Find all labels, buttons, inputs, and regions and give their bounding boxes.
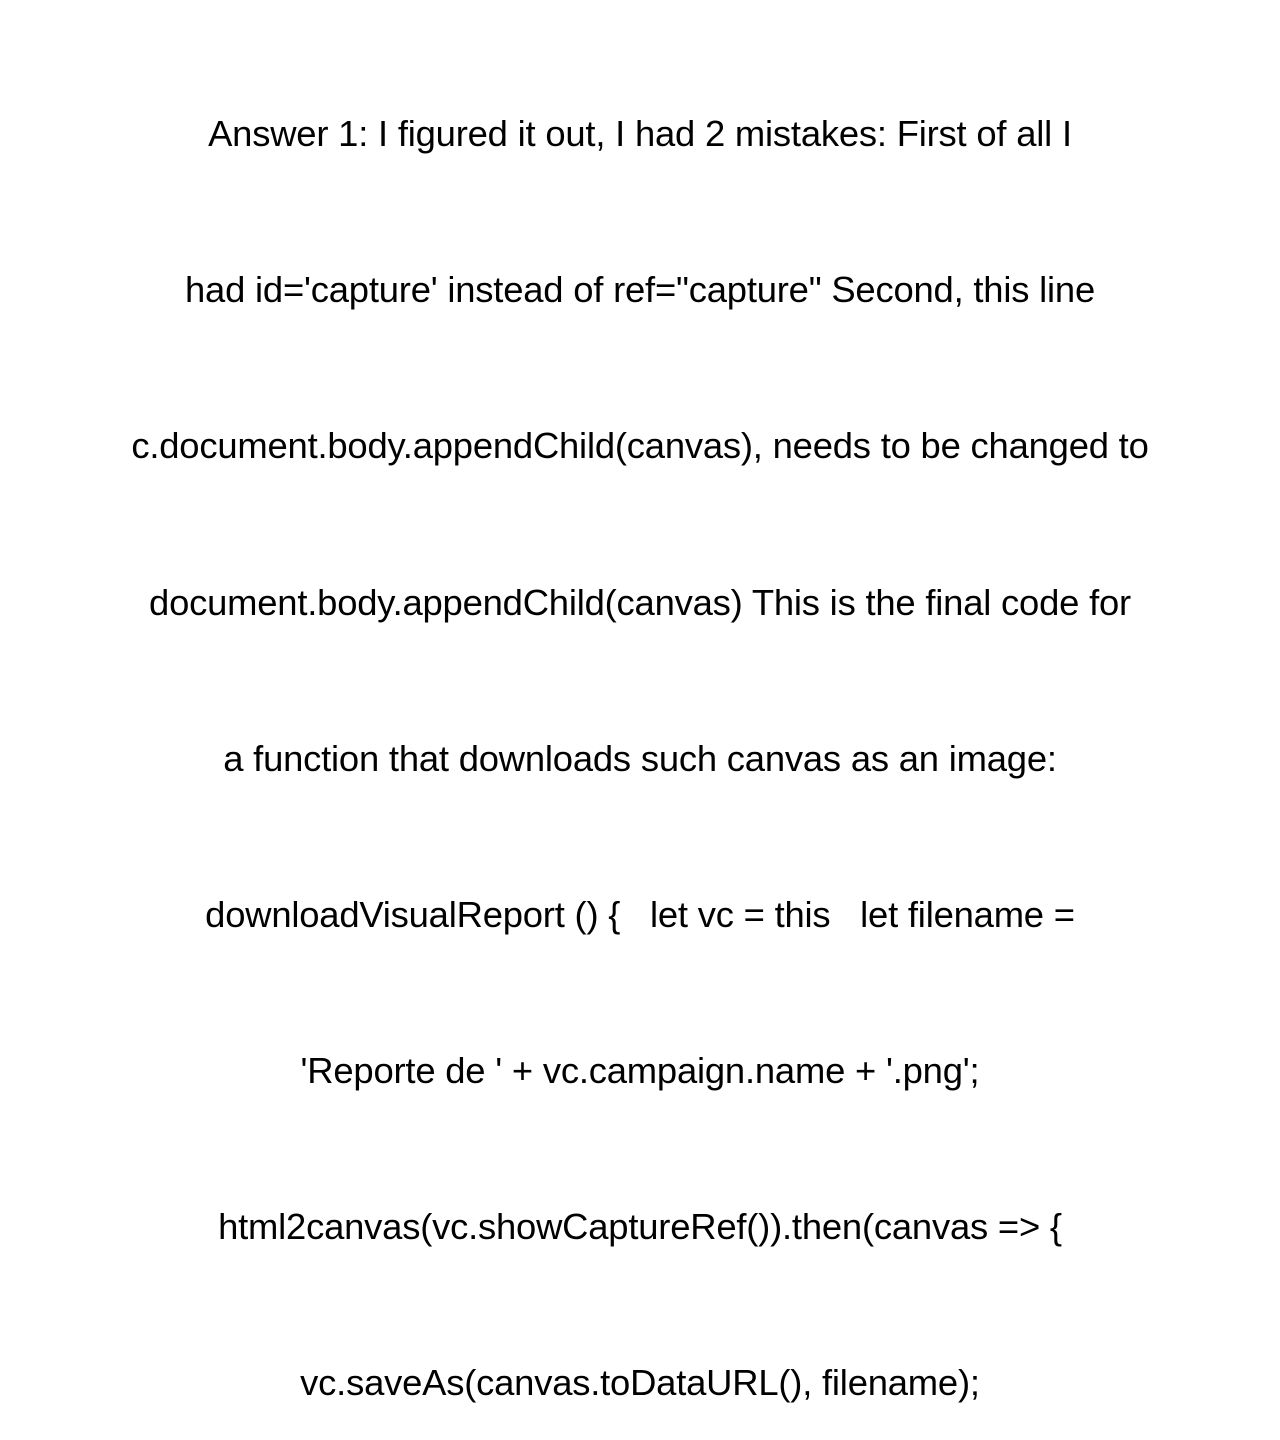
text-line: document.body.appendChild(canvas) This i… — [131, 577, 1148, 629]
text-line: a function that downloads such canvas as… — [131, 733, 1148, 785]
text-line: c.document.body.appendChild(canvas), nee… — [131, 420, 1148, 472]
text-line: vc.saveAs(canvas.toDataURL(), filename); — [131, 1357, 1148, 1409]
text-line: 'Reporte de ' + vc.campaign.name + '.png… — [131, 1045, 1148, 1097]
text-line: Answer 1: I figured it out, I had 2 mist… — [131, 108, 1148, 160]
answer-text: Answer 1: I figured it out, I had 2 mist… — [131, 4, 1148, 1440]
text-line: downloadVisualReport () { let vc = this … — [131, 889, 1148, 941]
text-line: html2canvas(vc.showCaptureRef()).then(ca… — [131, 1201, 1148, 1253]
content-area: Answer 1: I figured it out, I had 2 mist… — [0, 0, 1280, 1440]
text-line: had id='capture' instead of ref="capture… — [131, 264, 1148, 316]
